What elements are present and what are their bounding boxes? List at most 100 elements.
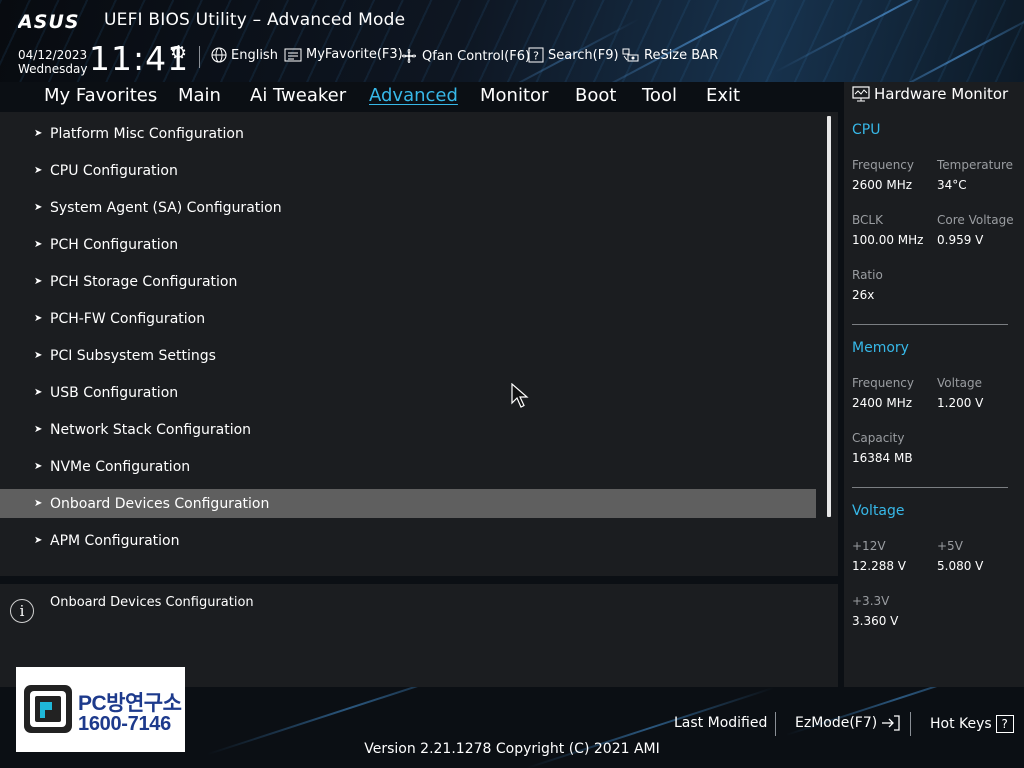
chevron-right-icon: ➤ (34, 461, 43, 472)
fan-icon (402, 49, 416, 63)
list-item-label: APM Configuration (50, 532, 180, 549)
gear-icon[interactable]: ⚙ (170, 42, 187, 64)
ratio-value: 26x (852, 288, 875, 302)
list-item-label: CPU Configuration (50, 162, 178, 179)
list-item-label: System Agent (SA) Configuration (50, 199, 282, 216)
memory-capacity-label: Capacity (852, 431, 905, 445)
help-icon: ? (995, 715, 1014, 733)
info-description: Onboard Devices Configuration (50, 595, 254, 610)
menu-onboard-devices-configuration[interactable]: ➤ Onboard Devices Configuration (0, 489, 816, 518)
search-button[interactable]: ? Search(F9) (528, 47, 619, 63)
cpu-temperature-value: 34°C (937, 178, 967, 192)
svg-text:ASUS: ASUS (18, 11, 80, 31)
tab-boot[interactable]: Boot (575, 85, 616, 106)
chevron-right-icon: ➤ (34, 535, 43, 546)
menu-apm-configuration[interactable]: ➤ APM Configuration (0, 526, 816, 555)
memory-voltage-value: 1.200 V (937, 396, 984, 410)
list-item-label: USB Configuration (50, 384, 179, 401)
v5-label: +5V (937, 539, 963, 553)
hot-keys-button[interactable]: Hot Keys ? (930, 715, 1014, 733)
chevron-right-icon: ➤ (34, 498, 43, 509)
core-voltage-label: Core Voltage (937, 213, 1014, 227)
myfavorite-button[interactable]: MyFavorite(F3) (284, 47, 403, 62)
window-title: UEFI BIOS Utility – Advanced Mode (104, 10, 406, 30)
list-scrollbar[interactable] (827, 116, 831, 517)
tab-main[interactable]: Main (178, 85, 221, 106)
list-item-label: Platform Misc Configuration (50, 125, 244, 142)
chevron-right-icon: ➤ (34, 202, 43, 213)
tab-exit[interactable]: Exit (706, 85, 740, 106)
myfavorite-label: MyFavorite(F3) (306, 47, 403, 62)
date-text: 04/12/2023 (18, 48, 88, 62)
ezmode-button[interactable]: EzMode(F7) (795, 715, 901, 731)
resize-bar-icon (622, 48, 639, 62)
cpu-temperature-label: Temperature (937, 158, 1014, 172)
menu-pch-storage-configuration[interactable]: ➤ PCH Storage Configuration (0, 267, 816, 296)
watermark-logo: PC방연구소 1600-7146 (16, 667, 185, 752)
chevron-right-icon: ➤ (34, 387, 43, 398)
search-help-icon: ? (528, 47, 544, 63)
list-item-label: Network Stack Configuration (50, 421, 252, 438)
v12-value: 12.288 V (852, 559, 907, 573)
footer-divider (775, 712, 776, 736)
exit-arrow-icon (882, 715, 900, 731)
bclk-value: 100.00 MHz (852, 233, 924, 247)
globe-icon (211, 47, 227, 63)
tab-tool[interactable]: Tool (642, 85, 677, 106)
menu-pch-configuration[interactable]: ➤ PCH Configuration (0, 230, 816, 259)
memory-section-heading: Memory (852, 340, 909, 356)
bclk-label: BCLK (852, 213, 883, 227)
tab-advanced[interactable]: Advanced (369, 85, 458, 106)
list-item-label: PCH-FW Configuration (50, 310, 206, 327)
monitor-icon (852, 86, 870, 102)
info-icon: i (10, 599, 34, 623)
core-voltage-value: 0.959 V (937, 233, 984, 247)
resize-bar-label: ReSize BAR (644, 47, 719, 63)
v12-label: +12V (852, 539, 886, 553)
search-label: Search(F9) (548, 47, 619, 63)
menu-platform-misc-configuration[interactable]: ➤ Platform Misc Configuration (0, 119, 816, 148)
date-display: 04/12/2023 Wednesday (18, 48, 87, 76)
list-item-label: NVMe Configuration (50, 458, 191, 475)
cpu-section-heading: CPU (852, 122, 881, 138)
last-modified-button[interactable]: Last Modified (674, 715, 767, 731)
hardware-monitor-title: Hardware Monitor (852, 85, 1008, 103)
section-divider (852, 324, 1008, 325)
menu-system-agent-configuration[interactable]: ➤ System Agent (SA) Configuration (0, 193, 816, 222)
list-item-label: PCI Subsystem Settings (50, 347, 216, 364)
weekday-text: Wednesday (18, 62, 88, 76)
qfan-control-button[interactable]: Qfan Control(F6) (400, 47, 530, 65)
mouse-cursor-icon (511, 383, 529, 408)
menu-pci-subsystem-settings[interactable]: ➤ PCI Subsystem Settings (0, 341, 816, 370)
menu-pch-fw-configuration[interactable]: ➤ PCH-FW Configuration (0, 304, 816, 333)
watermark-phone: 1600-7146 (78, 713, 171, 735)
chevron-right-icon: ➤ (34, 276, 43, 287)
list-item-label: PCH Storage Configuration (50, 273, 238, 290)
asus-logo: ASUS (18, 11, 80, 31)
v33-label: +3.3V (852, 594, 890, 608)
language-button[interactable]: English (211, 47, 278, 63)
menu-cpu-configuration[interactable]: ➤ CPU Configuration (0, 156, 816, 185)
section-divider (852, 487, 1008, 488)
last-modified-label: Last Modified (674, 715, 768, 731)
chevron-right-icon: ➤ (34, 239, 43, 250)
chevron-right-icon: ➤ (34, 424, 43, 435)
toolbar-divider (199, 46, 200, 68)
tab-ai-tweaker[interactable]: Ai Tweaker (250, 85, 346, 106)
memory-frequency-value: 2400 MHz (852, 396, 913, 410)
list-item-label: Onboard Devices Configuration (50, 495, 270, 512)
favorite-icon (284, 48, 302, 61)
tab-my-favorites[interactable]: My Favorites (44, 85, 157, 106)
chevron-right-icon: ➤ (34, 165, 43, 176)
memory-voltage-label: Voltage (937, 376, 983, 390)
chevron-right-icon: ➤ (34, 128, 43, 139)
menu-usb-configuration[interactable]: ➤ USB Configuration (0, 378, 816, 407)
memory-capacity-value: 16384 MB (852, 451, 913, 465)
menu-network-stack-configuration[interactable]: ➤ Network Stack Configuration (0, 415, 816, 444)
tab-monitor[interactable]: Monitor (480, 85, 548, 106)
menu-nvme-configuration[interactable]: ➤ NVMe Configuration (0, 452, 816, 481)
list-item-label: PCH Configuration (50, 236, 179, 253)
chevron-right-icon: ➤ (34, 350, 43, 361)
hot-keys-label: Hot Keys (930, 716, 992, 732)
resize-bar-button[interactable]: ReSize BAR (622, 47, 718, 63)
